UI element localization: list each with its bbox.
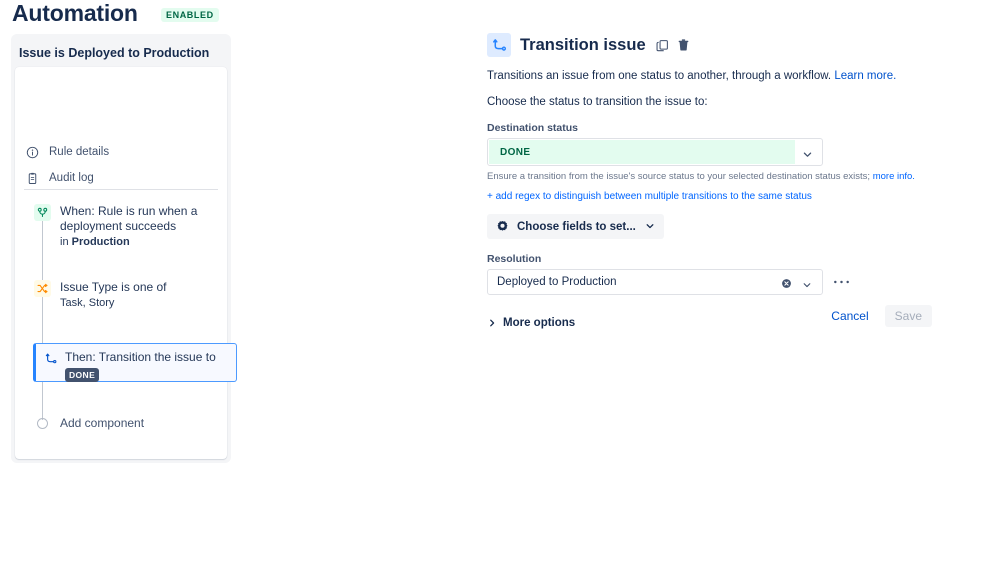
branch-merge-icon — [34, 204, 51, 221]
cancel-button[interactable]: Cancel — [831, 309, 868, 323]
chevron-down-icon — [802, 147, 813, 165]
destination-help-text: Ensure a transition from the issue's sou… — [487, 171, 873, 182]
chevron-down-icon[interactable] — [802, 277, 812, 295]
rule-node-subtitle: in Production — [60, 235, 210, 250]
shuffle-icon — [34, 280, 51, 297]
save-button[interactable]: Save — [884, 305, 932, 327]
more-info-link[interactable]: more info. — [873, 171, 915, 182]
add-component-button[interactable]: Add component — [34, 416, 144, 431]
rule-panel: Issue is Deployed to Production Rule det… — [11, 34, 237, 463]
sidebar-item-label: Audit log — [49, 172, 94, 184]
transition-arrow-icon — [487, 33, 511, 57]
info-circle-icon — [24, 144, 40, 160]
clear-circle-icon[interactable] — [781, 276, 792, 294]
duplicate-icon[interactable] — [655, 37, 670, 54]
rule-node-trigger[interactable]: When: Rule is run when a deployment succ… — [34, 204, 214, 250]
rule-tree-card: Rule details Audit log When: Rule is run… — [15, 67, 237, 459]
rule-node-condition[interactable]: Issue Type is one of Task, Story — [34, 280, 214, 311]
divider — [24, 189, 218, 190]
footer-actions: Cancel Save — [487, 305, 932, 327]
status-badge: ENABLED — [161, 8, 219, 22]
rule-node-title: When: Rule is run when a deployment succ… — [60, 204, 198, 233]
choose-fields-button[interactable]: Choose fields to set... — [487, 214, 664, 239]
add-component-label: Add component — [60, 416, 145, 430]
chevron-down-icon — [645, 218, 655, 236]
detail-description-text: Transitions an issue from one status to … — [487, 70, 835, 82]
rule-node-sub-bold: Production — [71, 236, 130, 248]
rule-panel-title: Issue is Deployed to Production — [19, 46, 210, 60]
transition-arrow-icon — [42, 350, 59, 367]
destination-status-select[interactable]: DONE — [487, 138, 823, 166]
choose-fields-label: Choose fields to set... — [517, 220, 636, 233]
destination-status-value: DONE — [500, 146, 531, 158]
delete-icon[interactable] — [676, 37, 691, 54]
sidebar-item-label: Rule details — [49, 146, 110, 158]
add-regex-link[interactable]: + add regex to distinguish between multi… — [487, 191, 947, 202]
resolution-value: Deployed to Production — [497, 276, 617, 288]
resolution-select[interactable]: Deployed to Production — [487, 269, 823, 295]
destination-status-label: Destination status — [487, 122, 579, 134]
resolution-row: Deployed to Production — [487, 269, 947, 295]
learn-more-link[interactable]: Learn more. — [834, 70, 896, 82]
detail-header: Transition issue — [487, 33, 947, 57]
resolution-label: Resolution — [487, 253, 542, 265]
page-title: Transition issue — [520, 35, 646, 54]
destination-status-help: Ensure a transition from the issue's sou… — [487, 171, 947, 182]
rule-node-action-selected[interactable]: Then: Transition the issue to DONE — [33, 343, 237, 382]
detail-prompt: Choose the status to transition the issu… — [487, 96, 708, 108]
rule-node-sub-prefix: in — [60, 236, 72, 248]
sidebar-item-audit-log[interactable]: Audit log — [15, 165, 227, 191]
rule-node-title: Then: Transition the issue to — [65, 350, 216, 364]
rule-node-title: Issue Type is one of — [60, 280, 167, 294]
circle-outline-icon — [37, 418, 48, 429]
detail-panel: Transition issue Transitions an issue fr… — [487, 33, 947, 329]
page-title: Automation — [12, 0, 138, 26]
rule-node-subtitle: Task, Story — [60, 297, 115, 309]
ellipsis-icon[interactable] — [833, 279, 850, 285]
gear-icon — [496, 220, 509, 233]
clipboard-icon — [24, 170, 40, 186]
sidebar-item-rule-details[interactable]: Rule details — [15, 139, 227, 165]
status-chip: DONE — [65, 368, 100, 382]
detail-description: Transitions an issue from one status to … — [487, 69, 947, 84]
